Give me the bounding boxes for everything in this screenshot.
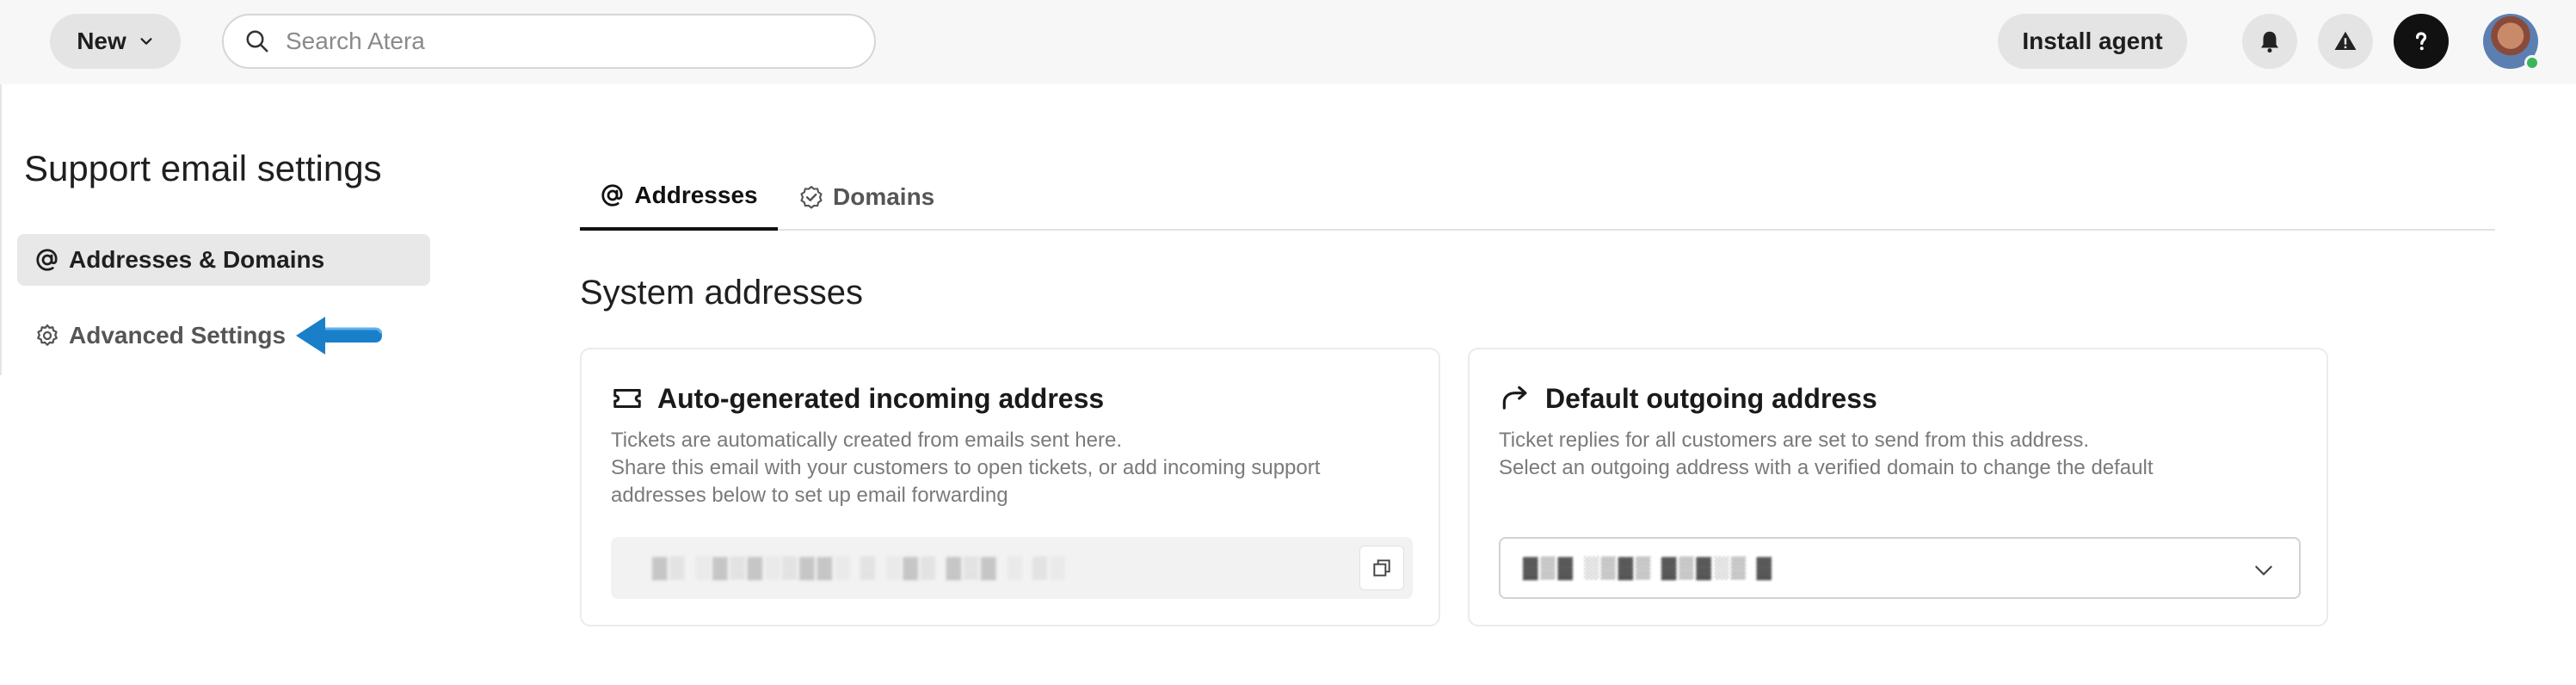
copy-icon [1373,559,1390,577]
online-status-dot [2524,55,2540,71]
tab-label: Domains [833,183,935,210]
notifications-button[interactable] [2242,14,2297,69]
sidebar-item-label: Addresses & Domains [69,246,325,273]
warning-icon [2334,31,2357,50]
new-button-label: New [77,28,126,54]
sidebar-title: Support email settings [24,148,382,188]
alerts-button[interactable] [2318,14,2373,69]
install-agent-label: Install agent [2022,28,2163,54]
search-input[interactable] [286,28,836,55]
card-title: Default outgoing address [1545,382,1877,414]
at-icon [601,184,623,207]
help-icon [2416,32,2427,51]
incoming-address-card: Auto-generated incoming address Tickets … [580,348,1440,626]
card-title: Auto-generated incoming address [657,382,1105,414]
tab-domains[interactable]: Domains [798,164,934,231]
chevron-down-icon [140,38,152,45]
card-header: Auto-generated incoming address [611,382,1104,415]
settings-sidebar: Support email settings Addresses & Domai… [0,84,447,375]
ticket-icon [613,388,641,409]
incoming-address-field[interactable]: ▓▒ ░▓▒▓░▒▓▓░ ▒ ░▓▒ ▓▒▓ ░ ▒░ [611,537,1413,599]
description-line: addresses below to set up email forwardi… [611,484,1008,507]
outgoing-address-select[interactable]: ▓▒▓ ░▒▓▒ ▓▒▓░▒ ▓ [1499,537,2301,599]
gear-icon [37,324,58,346]
install-agent-button[interactable]: Install agent [1998,14,2187,69]
sidebar-item-addresses-domains[interactable]: Addresses & Domains [17,234,430,286]
tab-label: Addresses [634,182,758,208]
outgoing-address-card: Default outgoing address Ticket replies … [1468,348,2328,626]
card-header: Default outgoing address [1499,382,1877,415]
forward-arrow-icon [1502,386,1527,410]
search-bar[interactable] [222,14,876,69]
verified-badge-icon [800,186,823,209]
search-icon [246,30,268,52]
card-description: Ticket replies for all customers are set… [1499,427,2273,482]
outgoing-address-value: ▓▒▓ ░▒▓▒ ▓▒▓░▒ ▓ [1523,556,1775,579]
chevron-down-icon [2255,565,2272,576]
description-line: Ticket replies for all customers are set… [1499,429,2090,452]
description-line: Tickets are automatically created from e… [611,429,1123,452]
description-line: Share this email with your customers to … [611,456,1321,479]
annotation-arrow-icon [296,317,383,355]
sidebar-item-label: Advanced Settings [69,322,287,349]
incoming-address-value: ▓▒ ░▓▒▓░▒▓▓░ ▒ ░▓▒ ▓▒▓ ░ ▒░ [652,556,1068,579]
settings-tabs: Addresses Domains [580,164,2495,231]
help-button[interactable] [2394,14,2449,69]
top-bar: New Install agent [0,0,2576,84]
bell-icon [2261,31,2278,53]
section-title: System addresses [580,274,864,312]
description-line: Select an outgoing address with a verifi… [1499,456,2154,479]
copy-button[interactable] [1359,546,1404,590]
at-icon [36,249,58,271]
avatar[interactable] [2483,14,2540,71]
new-button[interactable]: New [50,14,181,69]
card-description: Tickets are automatically created from e… [611,427,1385,509]
tab-addresses[interactable]: Addresses [580,164,778,231]
